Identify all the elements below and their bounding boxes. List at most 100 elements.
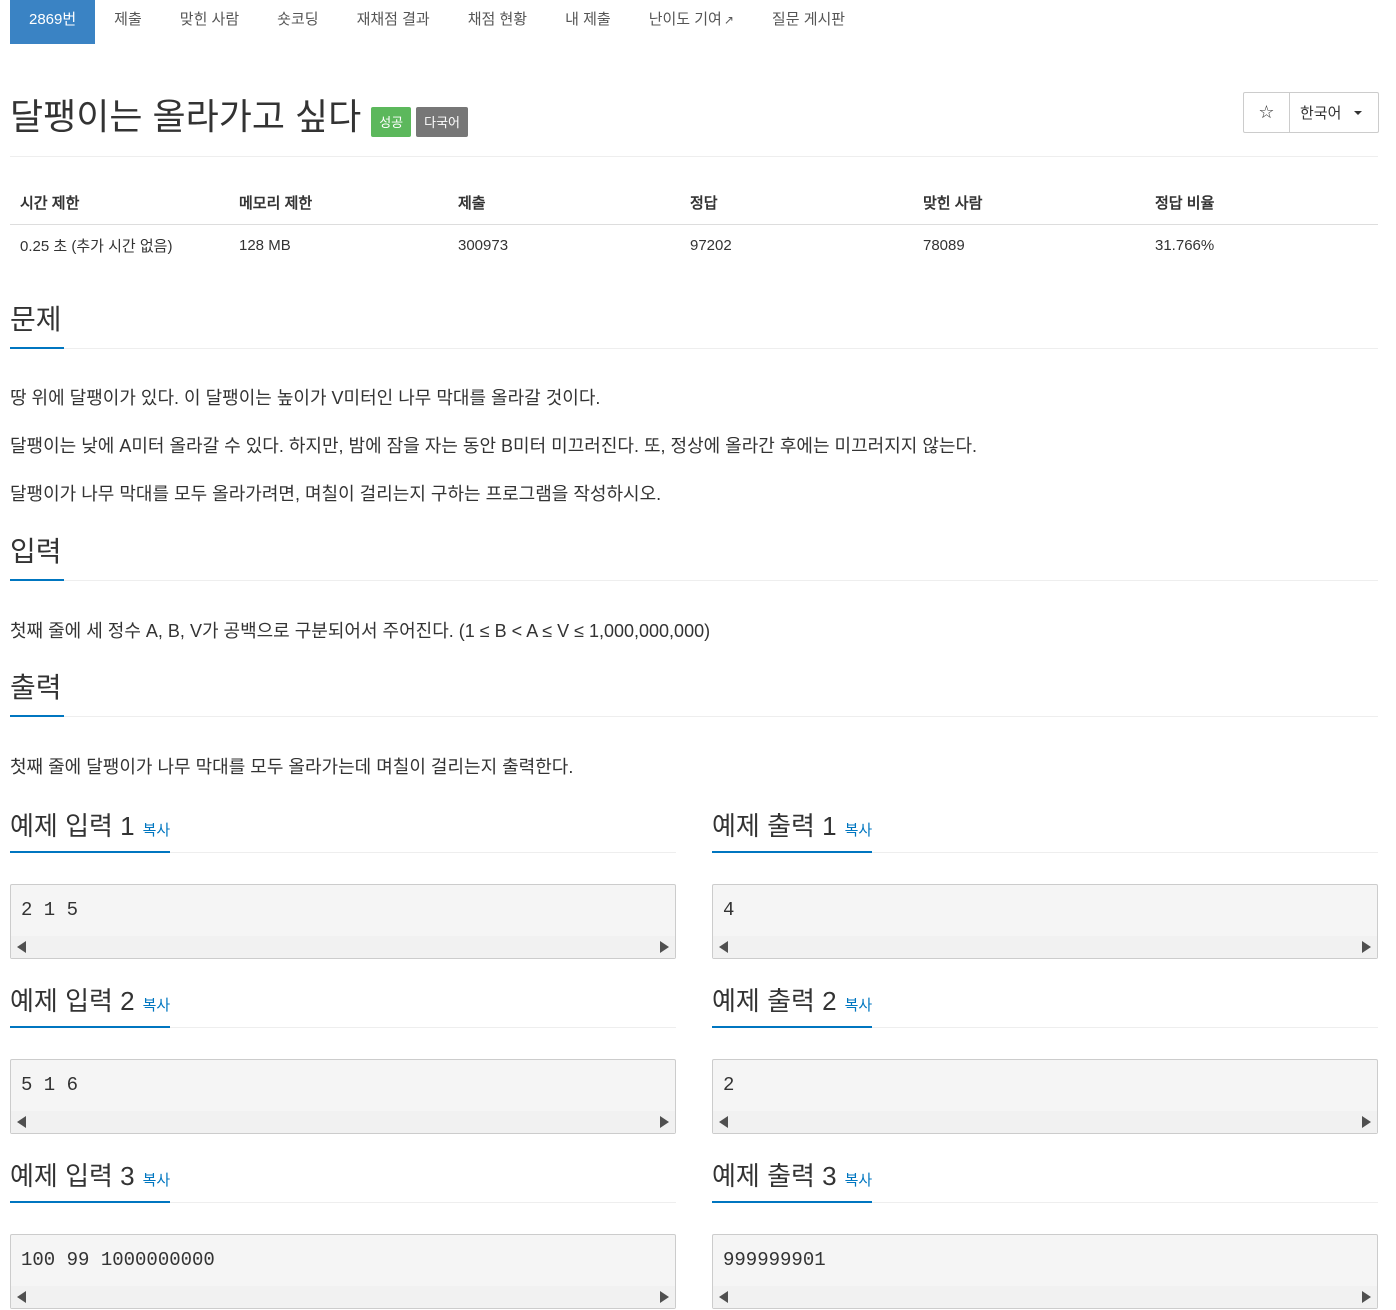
sample-output-1-header: 예제 출력 1 복사 [712, 808, 1378, 853]
copy-button[interactable]: 복사 [143, 822, 171, 839]
sample-input-2-box[interactable]: 5 1 6 [10, 1059, 676, 1134]
sample-output-3-box[interactable]: 999999901 [712, 1234, 1378, 1309]
col-solvers: 맞힌 사람 [913, 182, 1145, 225]
sample-input-3-box[interactable]: 100 99 1000000000 [10, 1234, 676, 1309]
sample-output-2-box[interactable]: 2 [712, 1059, 1378, 1134]
tab-difficulty-label: 난이도 기여 [648, 11, 722, 28]
copy-button[interactable]: 복사 [845, 1172, 873, 1189]
input-heading: 입력 [10, 534, 64, 581]
tab-rejudge[interactable]: 재채점 결과 [338, 0, 449, 44]
horizontal-scrollbar[interactable] [713, 1111, 1377, 1133]
language-dropdown[interactable]: 한국어 [1290, 93, 1378, 132]
star-button[interactable]: ☆ [1244, 93, 1290, 132]
sample-input-1-box[interactable]: 2 1 5 [10, 884, 676, 959]
language-label: 한국어 [1300, 105, 1342, 122]
problem-info-table: 시간 제한 메모리 제한 제출 정답 맞힌 사람 정답 비율 0.25 초 (추… [10, 182, 1378, 266]
title-divider [10, 156, 1378, 157]
table-header-row: 시간 제한 메모리 제한 제출 정답 맞힌 사람 정답 비율 [10, 182, 1378, 225]
table-row: 0.25 초 (추가 시간 없음) 128 MB 300973 97202 78… [10, 224, 1378, 266]
sample-output-3-title: 예제 출력 3 [712, 1161, 837, 1191]
tab-my-submissions[interactable]: 내 제출 [546, 0, 630, 44]
tab-submit[interactable]: 제출 [95, 0, 161, 44]
output-heading: 출력 [10, 670, 64, 717]
sample-input-1-header: 예제 입력 1 복사 [10, 808, 676, 853]
description-paragraph-3: 달팽이가 나무 막대를 모두 올라가려면, 며칠이 걸리는지 구하는 프로그램을… [10, 484, 662, 504]
input-description: 첫째 줄에 세 정수 A, B, V가 공백으로 구분되어서 주어진다. (1 … [10, 621, 711, 641]
scroll-right-icon[interactable] [1362, 1291, 1371, 1303]
caret-down-icon [1354, 110, 1363, 115]
copy-button[interactable]: 복사 [845, 822, 873, 839]
external-link-icon: ↗ [723, 13, 734, 27]
scroll-left-icon[interactable] [719, 1116, 728, 1128]
horizontal-scrollbar[interactable] [11, 1286, 675, 1308]
sample-output-3-header: 예제 출력 3 복사 [712, 1158, 1378, 1203]
sample-output-1-box[interactable]: 4 [712, 884, 1378, 959]
sample-input-2-code: 5 1 6 [21, 1074, 79, 1096]
scroll-left-icon[interactable] [17, 1291, 26, 1303]
sample-output-3-code: 999999901 [723, 1249, 826, 1271]
tab-board[interactable]: 질문 게시판 [753, 0, 864, 44]
copy-button[interactable]: 복사 [845, 997, 873, 1014]
sample-input-3-code: 100 99 1000000000 [21, 1249, 215, 1271]
copy-button[interactable]: 복사 [143, 1172, 171, 1189]
copy-button[interactable]: 복사 [143, 997, 171, 1014]
tab-short-coding[interactable]: 숏코딩 [258, 0, 337, 44]
scroll-right-icon[interactable] [660, 1116, 669, 1128]
sample-input-3-title: 예제 입력 3 [10, 1161, 135, 1191]
horizontal-scrollbar[interactable] [713, 936, 1377, 958]
sample-output-1-code: 4 [723, 899, 735, 921]
submissions-value: 300973 [458, 236, 509, 254]
description-heading: 문제 [10, 302, 64, 349]
horizontal-scrollbar[interactable] [11, 936, 675, 958]
tab-difficulty[interactable]: 난이도 기여 ↗ [630, 0, 753, 44]
sample-output-2-title-wrap: 예제 출력 2 복사 [712, 983, 873, 1028]
accepted-value: 97202 [690, 236, 732, 254]
col-time-limit: 시간 제한 [10, 182, 229, 225]
description-section-header: 문제 [10, 302, 1378, 349]
memory-limit-value: 128 MB [239, 236, 291, 254]
sample-input-1-title-wrap: 예제 입력 1 복사 [10, 808, 171, 853]
scroll-left-icon[interactable] [17, 941, 26, 953]
col-ratio: 정답 비율 [1145, 182, 1378, 225]
title-actions: ☆ 한국어 [1243, 92, 1379, 133]
scroll-left-icon[interactable] [719, 1291, 728, 1303]
solvers-value: 78089 [923, 236, 965, 254]
scroll-right-icon[interactable] [1362, 941, 1371, 953]
sample-output-2-code: 2 [723, 1074, 735, 1096]
sample-input-3-title-wrap: 예제 입력 3 복사 [10, 1158, 171, 1203]
sample-input-2-title-wrap: 예제 입력 2 복사 [10, 983, 171, 1028]
scroll-right-icon[interactable] [660, 941, 669, 953]
scroll-right-icon[interactable] [1362, 1116, 1371, 1128]
sample-input-1-title: 예제 입력 1 [10, 811, 135, 841]
sample-output-2-title: 예제 출력 2 [712, 986, 837, 1016]
sample-input-3-header: 예제 입력 3 복사 [10, 1158, 676, 1203]
col-memory-limit: 메모리 제한 [229, 182, 448, 225]
problem-title-row: 달팽이는 올라가고 싶다 성공 다국어 [10, 88, 469, 140]
tab-solvers[interactable]: 맞힌 사람 [161, 0, 258, 44]
time-limit-value: 0.25 초 (추가 시간 없음) [20, 237, 173, 255]
scroll-left-icon[interactable] [17, 1116, 26, 1128]
col-accepted: 정답 [680, 182, 913, 225]
tab-problem[interactable]: 2869번 [10, 0, 96, 44]
sample-output-1-title-wrap: 예제 출력 1 복사 [712, 808, 873, 853]
sample-input-2-title: 예제 입력 2 [10, 986, 135, 1016]
horizontal-scrollbar[interactable] [11, 1111, 675, 1133]
output-section-header: 출력 [10, 670, 1378, 717]
horizontal-scrollbar[interactable] [713, 1286, 1377, 1308]
status-badge-success: 성공 [371, 107, 412, 137]
star-icon: ☆ [1258, 102, 1275, 122]
scroll-left-icon[interactable] [719, 941, 728, 953]
ratio-value: 31.766% [1155, 236, 1215, 254]
output-description: 첫째 줄에 달팽이가 나무 막대를 모두 올라가는데 며칠이 걸리는지 출력한다… [10, 757, 574, 777]
description-paragraph-1: 땅 위에 달팽이가 있다. 이 달팽이는 높이가 V미터인 나무 막대를 올라갈… [10, 388, 601, 408]
sample-output-3-title-wrap: 예제 출력 3 복사 [712, 1158, 873, 1203]
description-paragraph-2: 달팽이는 낮에 A미터 올라갈 수 있다. 하지만, 밤에 잠을 자는 동안 B… [10, 436, 978, 456]
tab-status[interactable]: 채점 현황 [449, 0, 546, 44]
sample-output-1-title: 예제 출력 1 [712, 811, 837, 841]
sample-input-2-header: 예제 입력 2 복사 [10, 983, 676, 1028]
sample-input-1-code: 2 1 5 [21, 899, 79, 921]
page-title: 달팽이는 올라가고 싶다 [10, 96, 362, 137]
input-section-header: 입력 [10, 534, 1378, 581]
status-badge-multilang: 다국어 [416, 107, 469, 137]
scroll-right-icon[interactable] [660, 1291, 669, 1303]
